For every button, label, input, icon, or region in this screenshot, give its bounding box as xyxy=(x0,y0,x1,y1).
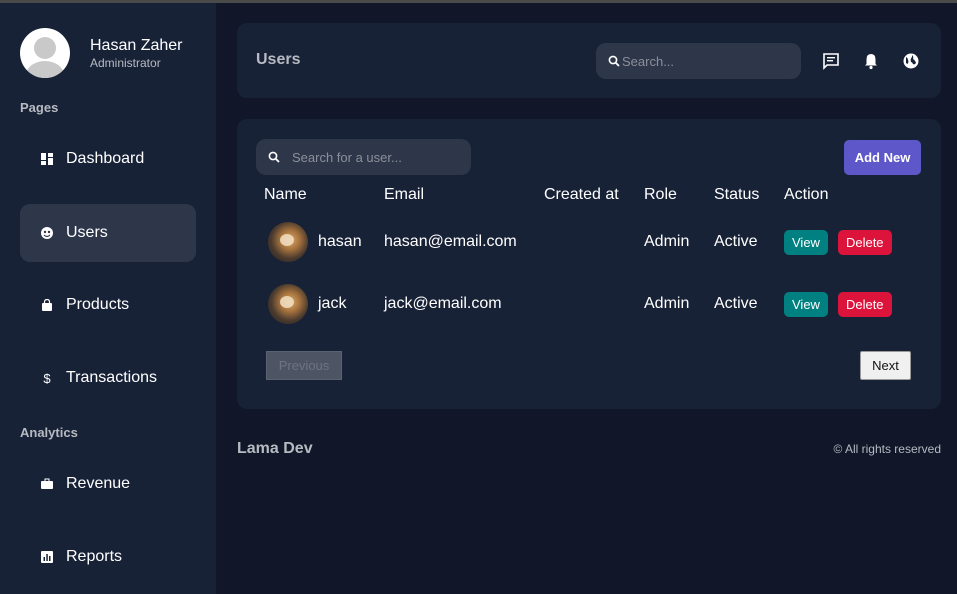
sidebar-item-transactions[interactable]: $ Transactions xyxy=(20,349,196,407)
column-header-action: Action xyxy=(784,186,829,203)
view-button[interactable]: View xyxy=(784,291,828,317)
profile-name: Hasan Zaher xyxy=(90,36,183,54)
users-table: Name Email Created at Role Status Action… xyxy=(264,179,914,335)
table-row: jack jack@email.com Admin Active View Del… xyxy=(264,273,914,335)
user-role: Admin xyxy=(644,233,690,250)
delete-button[interactable]: Delete xyxy=(837,291,892,317)
user-email: jack@email.com xyxy=(384,295,502,312)
navbar-search[interactable] xyxy=(596,43,801,79)
column-header-created: Created at xyxy=(544,186,619,203)
column-header-name: Name xyxy=(264,186,307,203)
avatar xyxy=(20,28,70,78)
footer-copyright: © All rights reserved xyxy=(833,442,941,456)
user-role: Admin xyxy=(644,295,690,312)
sidebar-item-label: Dashboard xyxy=(66,150,145,167)
sidebar-item-users[interactable]: Users xyxy=(20,204,196,262)
search-icon xyxy=(268,151,280,163)
table-header-row: Name Email Created at Role Status Action xyxy=(264,179,914,211)
user-email: hasan@email.com xyxy=(384,233,517,250)
user-avatar xyxy=(268,284,308,324)
users-panel: Add New Name Email Created at Role Statu… xyxy=(237,119,941,409)
globe-icon[interactable] xyxy=(901,51,921,71)
user-name: jack xyxy=(318,295,347,312)
column-header-status: Status xyxy=(714,186,760,203)
previous-button[interactable]: Previous xyxy=(266,351,342,380)
delete-button[interactable]: Delete xyxy=(837,229,892,255)
shopping-bag-icon xyxy=(41,299,53,311)
dollar-icon: $ xyxy=(43,370,51,386)
sidebar-item-label: Users xyxy=(66,224,108,241)
column-header-email: Email xyxy=(384,186,425,203)
user-created xyxy=(544,273,644,335)
sidebar-item-reports[interactable]: Reports xyxy=(20,528,196,586)
sidebar-item-dashboard[interactable]: Dashboard xyxy=(20,130,196,188)
user-name: hasan xyxy=(318,233,362,250)
sidebar-item-label: Reports xyxy=(66,548,123,565)
bar-chart-icon xyxy=(41,551,53,563)
user-search[interactable] xyxy=(256,139,471,175)
navbar-search-input[interactable] xyxy=(622,53,792,69)
user-search-input[interactable] xyxy=(292,149,462,165)
section-title-analytics: Analytics xyxy=(20,425,78,440)
user-created xyxy=(544,211,644,273)
section-title-pages: Pages xyxy=(20,100,59,115)
next-button[interactable]: Next xyxy=(860,351,911,380)
page-title: Users xyxy=(256,51,301,68)
sidebar-item-label: Products xyxy=(66,296,130,313)
column-header-role: Role xyxy=(644,186,677,203)
sidebar-item-revenue[interactable]: Revenue xyxy=(20,455,196,513)
dashboard-icon xyxy=(41,153,53,165)
messages-icon[interactable] xyxy=(821,51,841,71)
add-new-button[interactable]: Add New xyxy=(844,140,921,175)
sidebar-item-label: Transactions xyxy=(66,369,157,386)
user-status: Active xyxy=(714,295,758,312)
user-status: Active xyxy=(714,233,758,250)
search-icon xyxy=(608,55,620,67)
briefcase-icon xyxy=(41,478,53,490)
sidebar-item-products[interactable]: Products xyxy=(20,276,196,334)
view-button[interactable]: View xyxy=(784,229,828,255)
top-navbar: Users xyxy=(237,23,941,98)
profile-role: Administrator xyxy=(90,55,161,70)
navbar-icons xyxy=(821,51,941,71)
table-row: hasan hasan@email.com Admin Active View D… xyxy=(264,211,914,273)
user-avatar xyxy=(268,222,308,262)
notifications-icon[interactable] xyxy=(861,51,881,71)
sidebar-item-label: Revenue xyxy=(66,475,131,492)
sidebar: Hasan Zaher Administrator Pages Dashboar… xyxy=(0,3,216,594)
users-icon xyxy=(41,227,53,239)
user-profile: Hasan Zaher Administrator xyxy=(20,28,183,78)
footer-logo: Lama Dev xyxy=(237,440,313,457)
